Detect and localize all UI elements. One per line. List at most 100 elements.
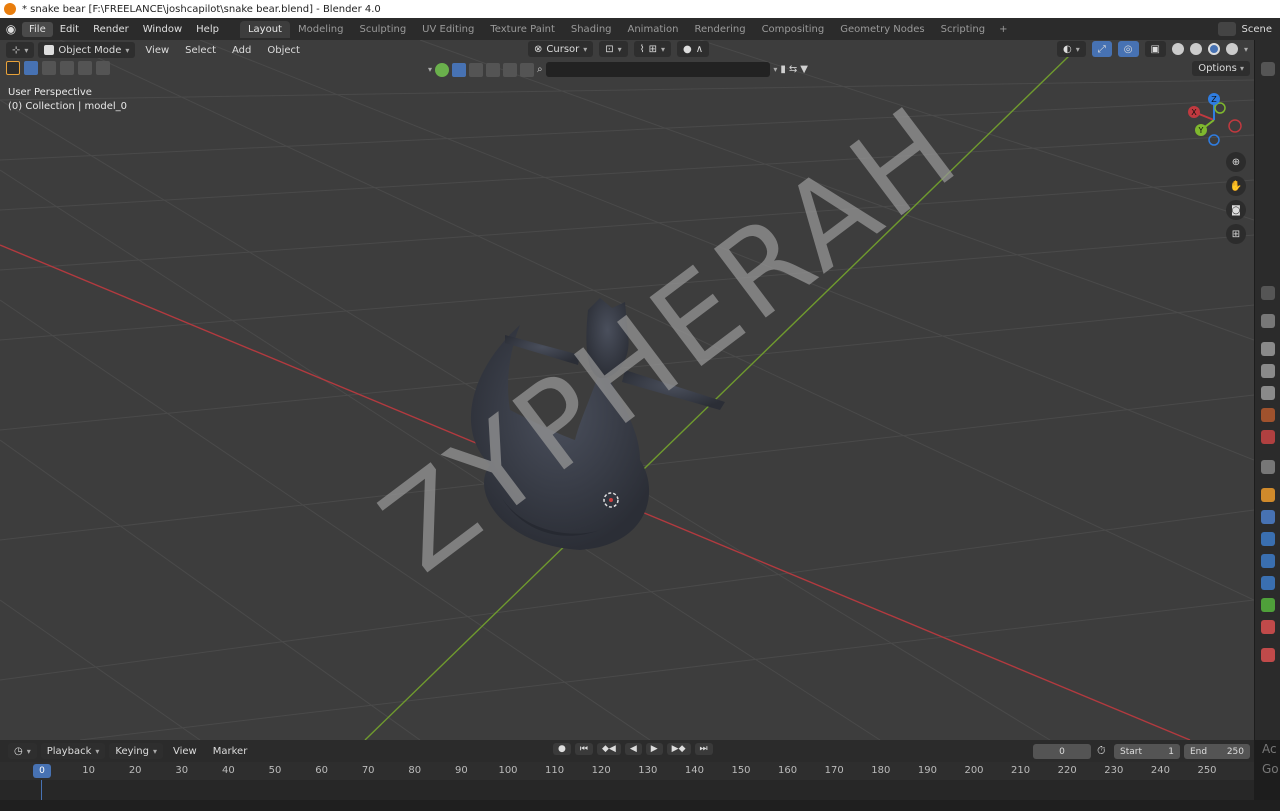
sync-icon[interactable]: ⇆ bbox=[789, 64, 797, 75]
bookmark-icon[interactable]: ▮ bbox=[780, 64, 786, 75]
add-workspace-icon[interactable]: + bbox=[993, 21, 1013, 38]
jump-start-icon[interactable]: ⏮ bbox=[574, 743, 593, 755]
end-frame-field[interactable]: End 250 bbox=[1184, 744, 1250, 759]
data-properties-icon[interactable] bbox=[1261, 598, 1275, 612]
xray-icon: ▣ bbox=[1150, 43, 1160, 55]
playhead[interactable]: 0 bbox=[33, 764, 51, 778]
timeline-menu-view[interactable]: View bbox=[167, 744, 203, 759]
tab-geometry-nodes[interactable]: Geometry Nodes bbox=[832, 21, 932, 38]
timeline-track[interactable] bbox=[0, 780, 1254, 800]
play-icon[interactable]: ▶ bbox=[645, 743, 663, 755]
viewport-menu-select[interactable]: Select bbox=[179, 43, 222, 58]
jump-end-icon[interactable]: ⏭ bbox=[694, 743, 713, 755]
collection-properties-icon[interactable] bbox=[1261, 460, 1275, 474]
editor-type-button[interactable]: ⊹ ▾ bbox=[6, 42, 35, 58]
viewport-menu-add[interactable]: Add bbox=[226, 43, 257, 58]
search-dropdown-icon[interactable]: ▾ bbox=[773, 65, 777, 74]
viewport-menu-view[interactable]: View bbox=[139, 43, 175, 58]
viewport-menu-object[interactable]: Object bbox=[261, 43, 306, 58]
snap-toggle[interactable]: ⌇ ⊞ ▾ bbox=[633, 41, 671, 57]
properties-editor-icon[interactable] bbox=[1261, 286, 1275, 300]
zoom-icon[interactable]: ⊕ bbox=[1226, 152, 1246, 172]
object-mode-dropdown[interactable]: Object Mode ▾ bbox=[38, 42, 136, 58]
scene-selector[interactable]: Scene bbox=[1217, 18, 1280, 40]
collapse-chevron-icon[interactable]: ▾ bbox=[428, 65, 432, 74]
scene-properties-icon[interactable] bbox=[1261, 408, 1275, 422]
blender-menu-icon[interactable]: ◉ bbox=[0, 18, 22, 40]
grid-ortho-icon[interactable]: ⊞ bbox=[1226, 224, 1246, 244]
menu-file[interactable]: File bbox=[22, 21, 53, 37]
constraints-properties-icon[interactable] bbox=[1261, 576, 1275, 590]
mode-invert-icon[interactable] bbox=[78, 61, 92, 75]
gizmo-toggle[interactable]: ⤢ bbox=[1091, 41, 1112, 57]
tab-shading[interactable]: Shading bbox=[563, 21, 620, 38]
proportional-edit-toggle[interactable]: ● ∧ bbox=[676, 41, 710, 57]
tool-properties-icon[interactable] bbox=[1261, 314, 1275, 328]
tool-select-icon[interactable] bbox=[6, 61, 20, 75]
filter-icon[interactable]: ▼ bbox=[800, 64, 808, 75]
select-mode-3-icon[interactable] bbox=[486, 62, 501, 77]
material-shading-icon[interactable] bbox=[1207, 43, 1220, 55]
color-icon[interactable] bbox=[435, 62, 450, 77]
select-box-icon[interactable] bbox=[452, 62, 467, 77]
shading-options-icon[interactable]: ▾ bbox=[1244, 45, 1248, 54]
tab-uv-editing[interactable]: UV Editing bbox=[414, 21, 482, 38]
menu-help[interactable]: Help bbox=[189, 22, 226, 37]
menu-render[interactable]: Render bbox=[86, 22, 136, 37]
start-frame-field[interactable]: Start 1 bbox=[1114, 744, 1180, 759]
orientation-dropdown[interactable]: ⊡ ▾ bbox=[599, 41, 628, 57]
search-input[interactable] bbox=[545, 62, 771, 77]
stopwatch-icon[interactable]: ⏱ bbox=[1097, 744, 1106, 758]
pan-hand-icon[interactable]: ✋ bbox=[1226, 176, 1246, 196]
modifier-properties-icon[interactable] bbox=[1261, 510, 1275, 524]
pivot-dropdown[interactable]: ⊗ Cursor ▾ bbox=[528, 41, 594, 57]
play-reverse-icon[interactable]: ◀ bbox=[624, 743, 642, 755]
mode-intersect-icon[interactable] bbox=[96, 61, 110, 75]
tab-layout[interactable]: Layout bbox=[239, 20, 290, 38]
tab-animation[interactable]: Animation bbox=[620, 21, 687, 38]
select-mode-5-icon[interactable] bbox=[520, 62, 535, 77]
camera-icon[interactable]: ◙ bbox=[1226, 200, 1246, 220]
view-layer-icon[interactable] bbox=[1261, 386, 1275, 400]
menu-window[interactable]: Window bbox=[136, 22, 189, 37]
prev-keyframe-icon[interactable]: ◆◀ bbox=[596, 743, 621, 755]
output-properties-icon[interactable] bbox=[1261, 364, 1275, 378]
mode-new-icon[interactable] bbox=[24, 61, 38, 75]
tab-texture-paint[interactable]: Texture Paint bbox=[482, 21, 563, 38]
texture-properties-icon[interactable] bbox=[1261, 648, 1275, 662]
visibility-dropdown[interactable]: ◐ ▾ bbox=[1057, 41, 1086, 57]
render-properties-icon[interactable] bbox=[1261, 342, 1275, 356]
rendered-shading-icon[interactable] bbox=[1225, 43, 1238, 55]
3d-viewport[interactable]: ZYPHERAH ⊹ ▾ Object Mode ▾ View Select Ad… bbox=[0, 40, 1254, 740]
select-mode-4-icon[interactable] bbox=[503, 62, 518, 77]
wireframe-shading-icon[interactable] bbox=[1171, 43, 1184, 55]
tab-rendering[interactable]: Rendering bbox=[686, 21, 753, 38]
timeline-ruler[interactable]: 0 10 20 30 40 50 60 70 80 90 100 110 120 130 140 150 16… bbox=[0, 762, 1254, 780]
xray-toggle[interactable]: ▣ bbox=[1144, 41, 1166, 57]
tab-sculpting[interactable]: Sculpting bbox=[351, 21, 414, 38]
world-properties-icon[interactable] bbox=[1261, 430, 1275, 444]
next-keyframe-icon[interactable]: ▶◆ bbox=[666, 743, 691, 755]
physics-properties-icon[interactable] bbox=[1261, 554, 1275, 568]
timeline-menu-marker[interactable]: Marker bbox=[207, 744, 254, 759]
current-frame-field[interactable]: 0 bbox=[1033, 744, 1091, 759]
tab-scripting[interactable]: Scripting bbox=[933, 21, 993, 38]
tab-compositing[interactable]: Compositing bbox=[754, 21, 833, 38]
particles-properties-icon[interactable] bbox=[1261, 532, 1275, 546]
navigation-gizmo[interactable]: X Y Z bbox=[1184, 90, 1244, 150]
options-dropdown[interactable]: Options ▾ bbox=[1192, 61, 1250, 76]
mode-extend-icon[interactable] bbox=[42, 61, 56, 75]
menu-edit[interactable]: Edit bbox=[53, 22, 86, 37]
playback-dropdown[interactable]: Playback ▾ bbox=[40, 743, 106, 759]
object-properties-icon[interactable] bbox=[1261, 488, 1275, 502]
timeline-editor-type[interactable]: ◷ ▾ bbox=[8, 743, 37, 759]
overlay-toggle[interactable]: ◎ bbox=[1117, 41, 1139, 57]
material-properties-icon[interactable] bbox=[1261, 620, 1275, 634]
record-icon[interactable]: ● bbox=[553, 743, 571, 755]
mode-subtract-icon[interactable] bbox=[60, 61, 74, 75]
keying-dropdown[interactable]: Keying ▾ bbox=[109, 743, 163, 759]
solid-shading-icon[interactable] bbox=[1189, 43, 1202, 55]
outliner-icon[interactable] bbox=[1261, 62, 1275, 76]
tab-modeling[interactable]: Modeling bbox=[290, 21, 352, 38]
select-mode-2-icon[interactable] bbox=[469, 62, 484, 77]
